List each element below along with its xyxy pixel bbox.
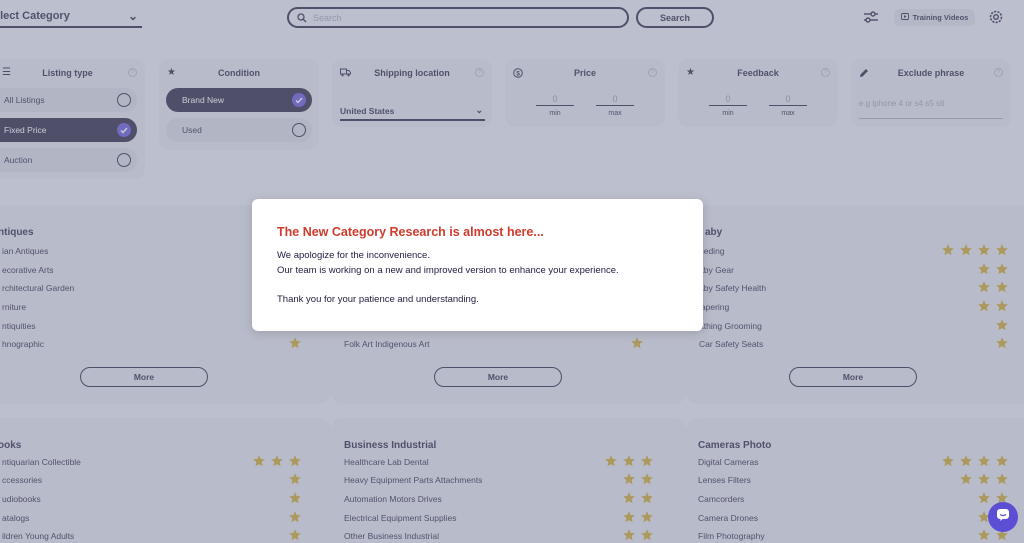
chat-support-button[interactable] (988, 502, 1018, 532)
modal-text-thanks: Thank you for your patience and understa… (277, 294, 479, 305)
announcement-modal: The New Category Research is almost here… (252, 199, 703, 331)
chat-icon (996, 508, 1010, 527)
modal-title: The New Category Research is almost here… (277, 225, 544, 239)
modal-text-apology: We apologize for the inconvenience. (277, 250, 430, 261)
modal-text-working: Our team is working on a new and improve… (277, 265, 619, 276)
